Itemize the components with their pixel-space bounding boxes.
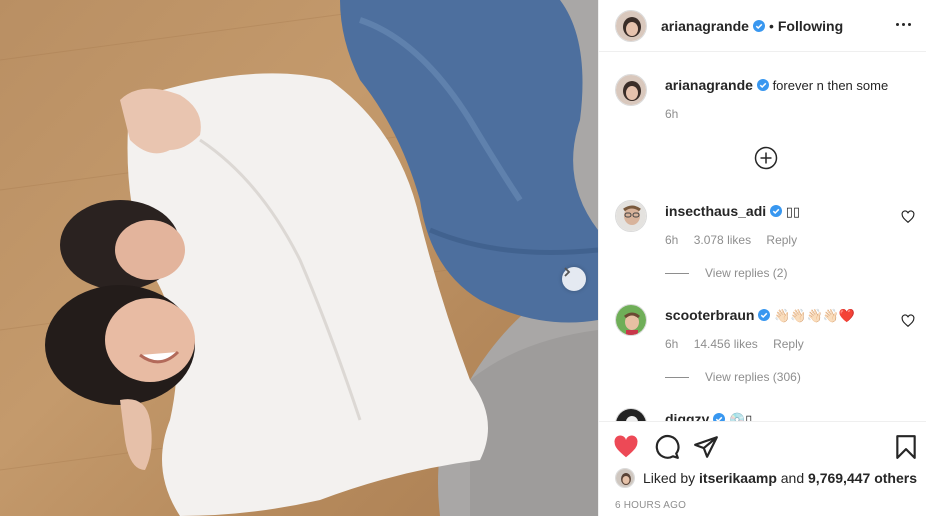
likes-count[interactable]: 9,769,447 others	[808, 470, 917, 486]
caption-text: forever n then some	[772, 78, 889, 93]
post-photo[interactable]	[0, 0, 598, 516]
more-options-icon	[895, 22, 899, 26]
replies-divider	[665, 272, 689, 274]
reply-button[interactable]: Reply	[773, 337, 804, 351]
comment-item: scooterbraun 👋🏻👋🏻👋🏻👋🏻❤️ 6h 14.456 likes …	[615, 304, 915, 394]
comment-text: 💿▯	[728, 412, 753, 421]
comment-time: 6h	[665, 337, 679, 351]
author-avatar[interactable]	[615, 9, 647, 42]
comment-bubble-icon[interactable]	[654, 434, 680, 460]
view-replies-button[interactable]: View replies (2)	[665, 266, 787, 280]
comment-text: 👋🏻👋🏻👋🏻👋🏻❤️	[774, 308, 856, 323]
post-side-panel: arianagrande • Following arianagrande fo…	[598, 0, 926, 516]
commenter-avatar[interactable]	[615, 408, 647, 421]
verified-badge-icon	[758, 309, 771, 321]
verified-badge-icon	[770, 205, 783, 217]
commenter-username[interactable]: insecthaus_adi	[665, 203, 766, 219]
comment-meta: 6h 3.078 likes Reply	[665, 231, 895, 249]
commenter-username[interactable]: diggzy	[665, 411, 709, 421]
commenter-avatar[interactable]	[615, 200, 647, 232]
caption-row: arianagrande forever n then some 6h	[615, 74, 915, 134]
comment-meta: 6h 14.456 likes Reply	[665, 335, 895, 353]
liked-by-line: Liked by itserikaamp and 9,769,447 other…	[615, 468, 917, 488]
author-username[interactable]: arianagrande	[661, 18, 749, 34]
separator-dot: •	[768, 17, 774, 34]
chevron-right-icon	[564, 267, 571, 277]
caption-username[interactable]: arianagrande	[665, 77, 753, 93]
load-more-comments-icon[interactable]	[754, 146, 778, 170]
view-replies-label[interactable]: View replies (306)	[705, 370, 801, 384]
comment-like-icon[interactable]	[901, 314, 915, 328]
comment-likes[interactable]: 14.456 likes	[694, 337, 758, 351]
comment-like-icon[interactable]	[901, 210, 915, 224]
commenter-avatar[interactable]	[615, 304, 647, 336]
comment-item: diggzy 💿▯	[615, 408, 915, 421]
replies-divider	[665, 376, 689, 378]
photo-illustration	[0, 0, 598, 516]
caption-meta: 6h	[665, 105, 895, 123]
author-avatar[interactable]	[615, 74, 647, 106]
view-replies-label[interactable]: View replies (2)	[705, 266, 787, 280]
post-header: arianagrande • Following	[599, 0, 926, 52]
post-actions: Liked by itserikaamp and 9,769,447 other…	[599, 421, 926, 516]
view-replies-button[interactable]: View replies (306)	[665, 370, 801, 384]
next-photo-button[interactable]	[562, 267, 586, 291]
following-button[interactable]: Following	[778, 18, 843, 34]
bookmark-icon[interactable]	[893, 434, 919, 460]
comment-item: insecthaus_adi ▯▯ 6h 3.078 likes Reply V…	[615, 200, 915, 290]
caption-time: 6h	[665, 107, 679, 121]
paper-plane-icon[interactable]	[693, 434, 719, 460]
comments-area[interactable]: arianagrande forever n then some 6h inse…	[599, 52, 926, 421]
liker-avatar[interactable]	[615, 468, 635, 488]
heart-filled-icon[interactable]	[613, 434, 639, 460]
more-options-button[interactable]	[891, 12, 915, 36]
comment-likes[interactable]: 3.078 likes	[694, 233, 751, 247]
verified-badge-icon	[713, 413, 726, 421]
comment-text: ▯▯	[785, 204, 801, 219]
commenter-username[interactable]: scooterbraun	[665, 307, 754, 323]
liked-by-prefix: Liked by	[643, 470, 696, 486]
verified-badge-icon	[752, 19, 765, 32]
liked-by-and: and	[780, 470, 805, 486]
comment-time: 6h	[665, 233, 679, 247]
post-timestamp[interactable]: 6 HOURS AGO	[615, 500, 686, 511]
liked-by-user[interactable]: itserikaamp	[699, 470, 777, 486]
instagram-post: arianagrande • Following arianagrande fo…	[0, 0, 926, 516]
reply-button[interactable]: Reply	[766, 233, 797, 247]
verified-badge-icon	[756, 79, 769, 91]
